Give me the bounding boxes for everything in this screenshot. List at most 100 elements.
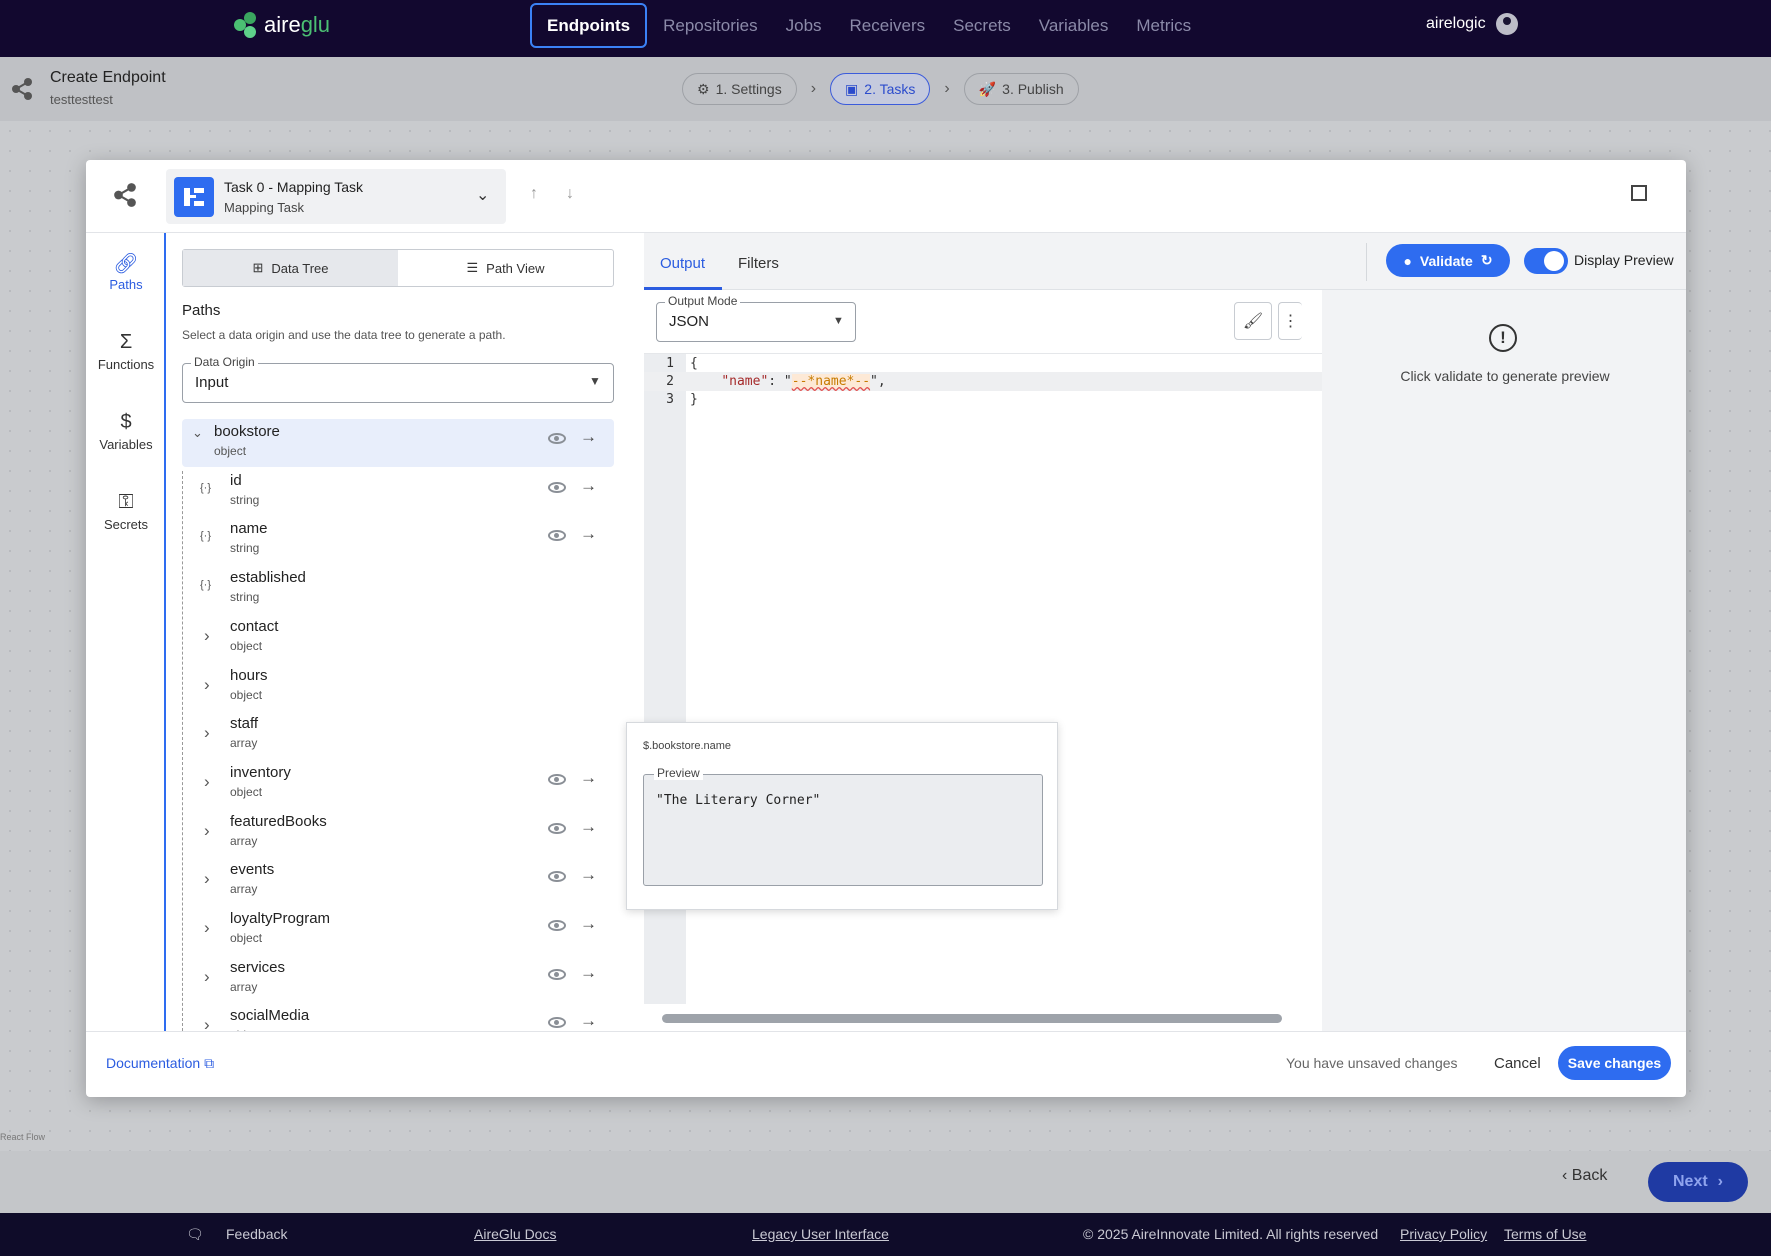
docs-link[interactable]: AireGlu Docs	[474, 1226, 556, 1242]
tab-label: Data Tree	[271, 260, 329, 276]
tree-node[interactable]: › services array →	[182, 955, 614, 1003]
node-name: events	[230, 861, 275, 879]
step-settings[interactable]: ⚙ 1. Settings	[682, 73, 797, 105]
format-paint-button[interactable]: 🖌︎	[1234, 302, 1272, 340]
tree-node[interactable]: › featuredBooks array →	[182, 809, 614, 857]
eye-icon[interactable]	[548, 920, 566, 931]
react-flow-attribution[interactable]: React Flow	[0, 1132, 45, 1142]
feedback-icon[interactable]: 🗨	[186, 1226, 204, 1243]
chevron-right-icon[interactable]: ›	[204, 723, 210, 743]
arrow-right-icon[interactable]: →	[580, 914, 597, 934]
nav-repositories[interactable]: Repositories	[649, 3, 772, 48]
step-publish[interactable]: 🚀 3. Publish	[963, 73, 1079, 105]
arrow-right-icon[interactable]: →	[580, 1011, 597, 1031]
tree-node[interactable]: › contact object	[182, 614, 614, 662]
nav-metrics[interactable]: Metrics	[1122, 3, 1205, 48]
chevron-left-icon: ‹	[1562, 1167, 1572, 1184]
nav-variables[interactable]: Variables	[1025, 3, 1123, 48]
tree-node[interactable]: {·} established string	[182, 565, 614, 613]
eye-icon[interactable]	[548, 968, 566, 980]
tree-node[interactable]: › events array →	[182, 857, 614, 905]
chevron-right-icon[interactable]: ›	[204, 821, 210, 841]
arrow-right-icon[interactable]: →	[580, 817, 597, 837]
user-name: airelogic	[1426, 15, 1486, 32]
output-mode-select[interactable]: Output Mode JSON ▼	[656, 294, 856, 342]
chevron-right-icon[interactable]: ›	[204, 869, 210, 889]
chevron-right-icon[interactable]: ›	[204, 1015, 210, 1031]
validate-button[interactable]: ● Validate ↻	[1386, 244, 1510, 277]
arrow-right-icon[interactable]: →	[580, 865, 597, 885]
logo-text: aire	[264, 12, 301, 37]
tab-output[interactable]: Output	[660, 255, 705, 272]
arrow-right-icon[interactable]: →	[580, 476, 597, 496]
node-type: string	[230, 590, 260, 605]
side-rail: 🔗︎ Paths Σ Functions $ Variables ⚿ Secrets	[86, 233, 166, 1031]
tree-node[interactable]: {·} name string →	[182, 516, 614, 564]
fullscreen-icon[interactable]	[1631, 185, 1647, 201]
node-type: object	[214, 444, 247, 458]
tree-node[interactable]: › inventory object →	[182, 760, 614, 808]
paths-panel: ⊞ Data Tree ☰ Path View Paths Select a dat…	[168, 233, 721, 1031]
tree-node[interactable]: ›socialMediaobject→	[182, 1003, 614, 1031]
tree-node[interactable]: › hours object	[182, 663, 614, 711]
eye-icon[interactable]	[548, 433, 566, 444]
page-title: Create Endpoint	[50, 69, 166, 86]
nav-jobs[interactable]: Jobs	[772, 3, 836, 48]
tree-node[interactable]: › staff array	[182, 711, 614, 759]
path-view-tab[interactable]: ☰ Path View	[398, 250, 613, 286]
rail-secrets[interactable]: ⚿ Secrets	[86, 491, 166, 532]
privacy-link[interactable]: Privacy Policy	[1400, 1226, 1487, 1242]
editor-hscrollbar[interactable]	[662, 1014, 1282, 1023]
rail-variables[interactable]: $ Variables	[86, 411, 166, 452]
data-origin-select[interactable]: Data Origin Input ▼	[182, 355, 614, 403]
endpoint-name: testtesttest	[50, 92, 113, 107]
nav-secrets[interactable]: Secrets	[939, 3, 1025, 48]
documentation-link[interactable]: Documentation ⧉	[106, 1055, 214, 1072]
tab-filters[interactable]: Filters	[738, 255, 779, 272]
eye-icon[interactable]	[548, 481, 566, 493]
arrow-right-icon[interactable]: →	[580, 768, 597, 788]
eye-icon[interactable]	[548, 1017, 566, 1029]
eye-icon[interactable]	[548, 871, 566, 883]
chevron-right-icon[interactable]: ›	[204, 772, 210, 792]
mapping-task-icon	[174, 177, 214, 217]
back-button[interactable]: ‹ Back	[1562, 1167, 1607, 1185]
back-label: Back	[1571, 1167, 1608, 1184]
task-selector[interactable]: Task 0 - Mapping Task Mapping Task ⌄	[166, 169, 506, 224]
cancel-button[interactable]: Cancel	[1494, 1055, 1541, 1072]
nav-receivers[interactable]: Receivers	[836, 3, 940, 48]
arrow-right-icon[interactable]: →	[580, 524, 597, 544]
chevron-right-icon[interactable]: ›	[204, 675, 210, 695]
move-up-icon[interactable]: ↑	[530, 185, 538, 203]
more-options-button[interactable]: ⋮	[1278, 302, 1302, 340]
tree-node[interactable]: › loyaltyProgram object →	[182, 906, 614, 954]
save-changes-button[interactable]: Save changes	[1558, 1046, 1671, 1080]
eye-icon[interactable]	[548, 530, 566, 542]
rail-paths[interactable]: 🔗︎ Paths	[86, 251, 166, 292]
move-down-icon[interactable]: ↓	[566, 185, 574, 203]
dropdown-arrow-icon: ▼	[833, 315, 844, 327]
arrow-right-icon[interactable]: →	[580, 963, 597, 983]
chevron-down-icon[interactable]: ⌄	[192, 425, 203, 441]
arrow-right-icon[interactable]: →	[580, 427, 597, 447]
step-tasks[interactable]: ▣ 2. Tasks	[830, 73, 931, 105]
tree-node[interactable]: {·} id string →	[182, 468, 614, 516]
chevron-right-icon[interactable]: ›	[204, 626, 210, 646]
data-tree-tab[interactable]: ⊞ Data Tree	[183, 250, 398, 286]
user-menu[interactable]: airelogic	[1426, 13, 1518, 35]
feedback-link[interactable]: Feedback	[226, 1226, 287, 1242]
display-preview-toggle[interactable]	[1524, 248, 1568, 274]
rail-functions[interactable]: Σ Functions	[86, 331, 166, 372]
legacy-ui-link[interactable]: Legacy User Interface	[752, 1226, 889, 1242]
eye-icon[interactable]	[548, 773, 566, 785]
nav-endpoints[interactable]: Endpoints	[530, 3, 648, 48]
modal-header: Task 0 - Mapping Task Mapping Task ⌄ ↑ ↓	[86, 160, 1686, 233]
tree-node-root[interactable]: ⌄ bookstore object →	[182, 419, 614, 467]
chevron-right-icon[interactable]: ›	[204, 967, 210, 987]
aireglu-logo[interactable]: aireglu	[232, 10, 330, 40]
external-link-icon: ⧉	[204, 1055, 215, 1071]
terms-link[interactable]: Terms of Use	[1504, 1226, 1586, 1242]
next-button[interactable]: Next ›	[1648, 1162, 1748, 1202]
eye-icon[interactable]	[548, 822, 566, 834]
chevron-right-icon[interactable]: ›	[204, 918, 210, 938]
